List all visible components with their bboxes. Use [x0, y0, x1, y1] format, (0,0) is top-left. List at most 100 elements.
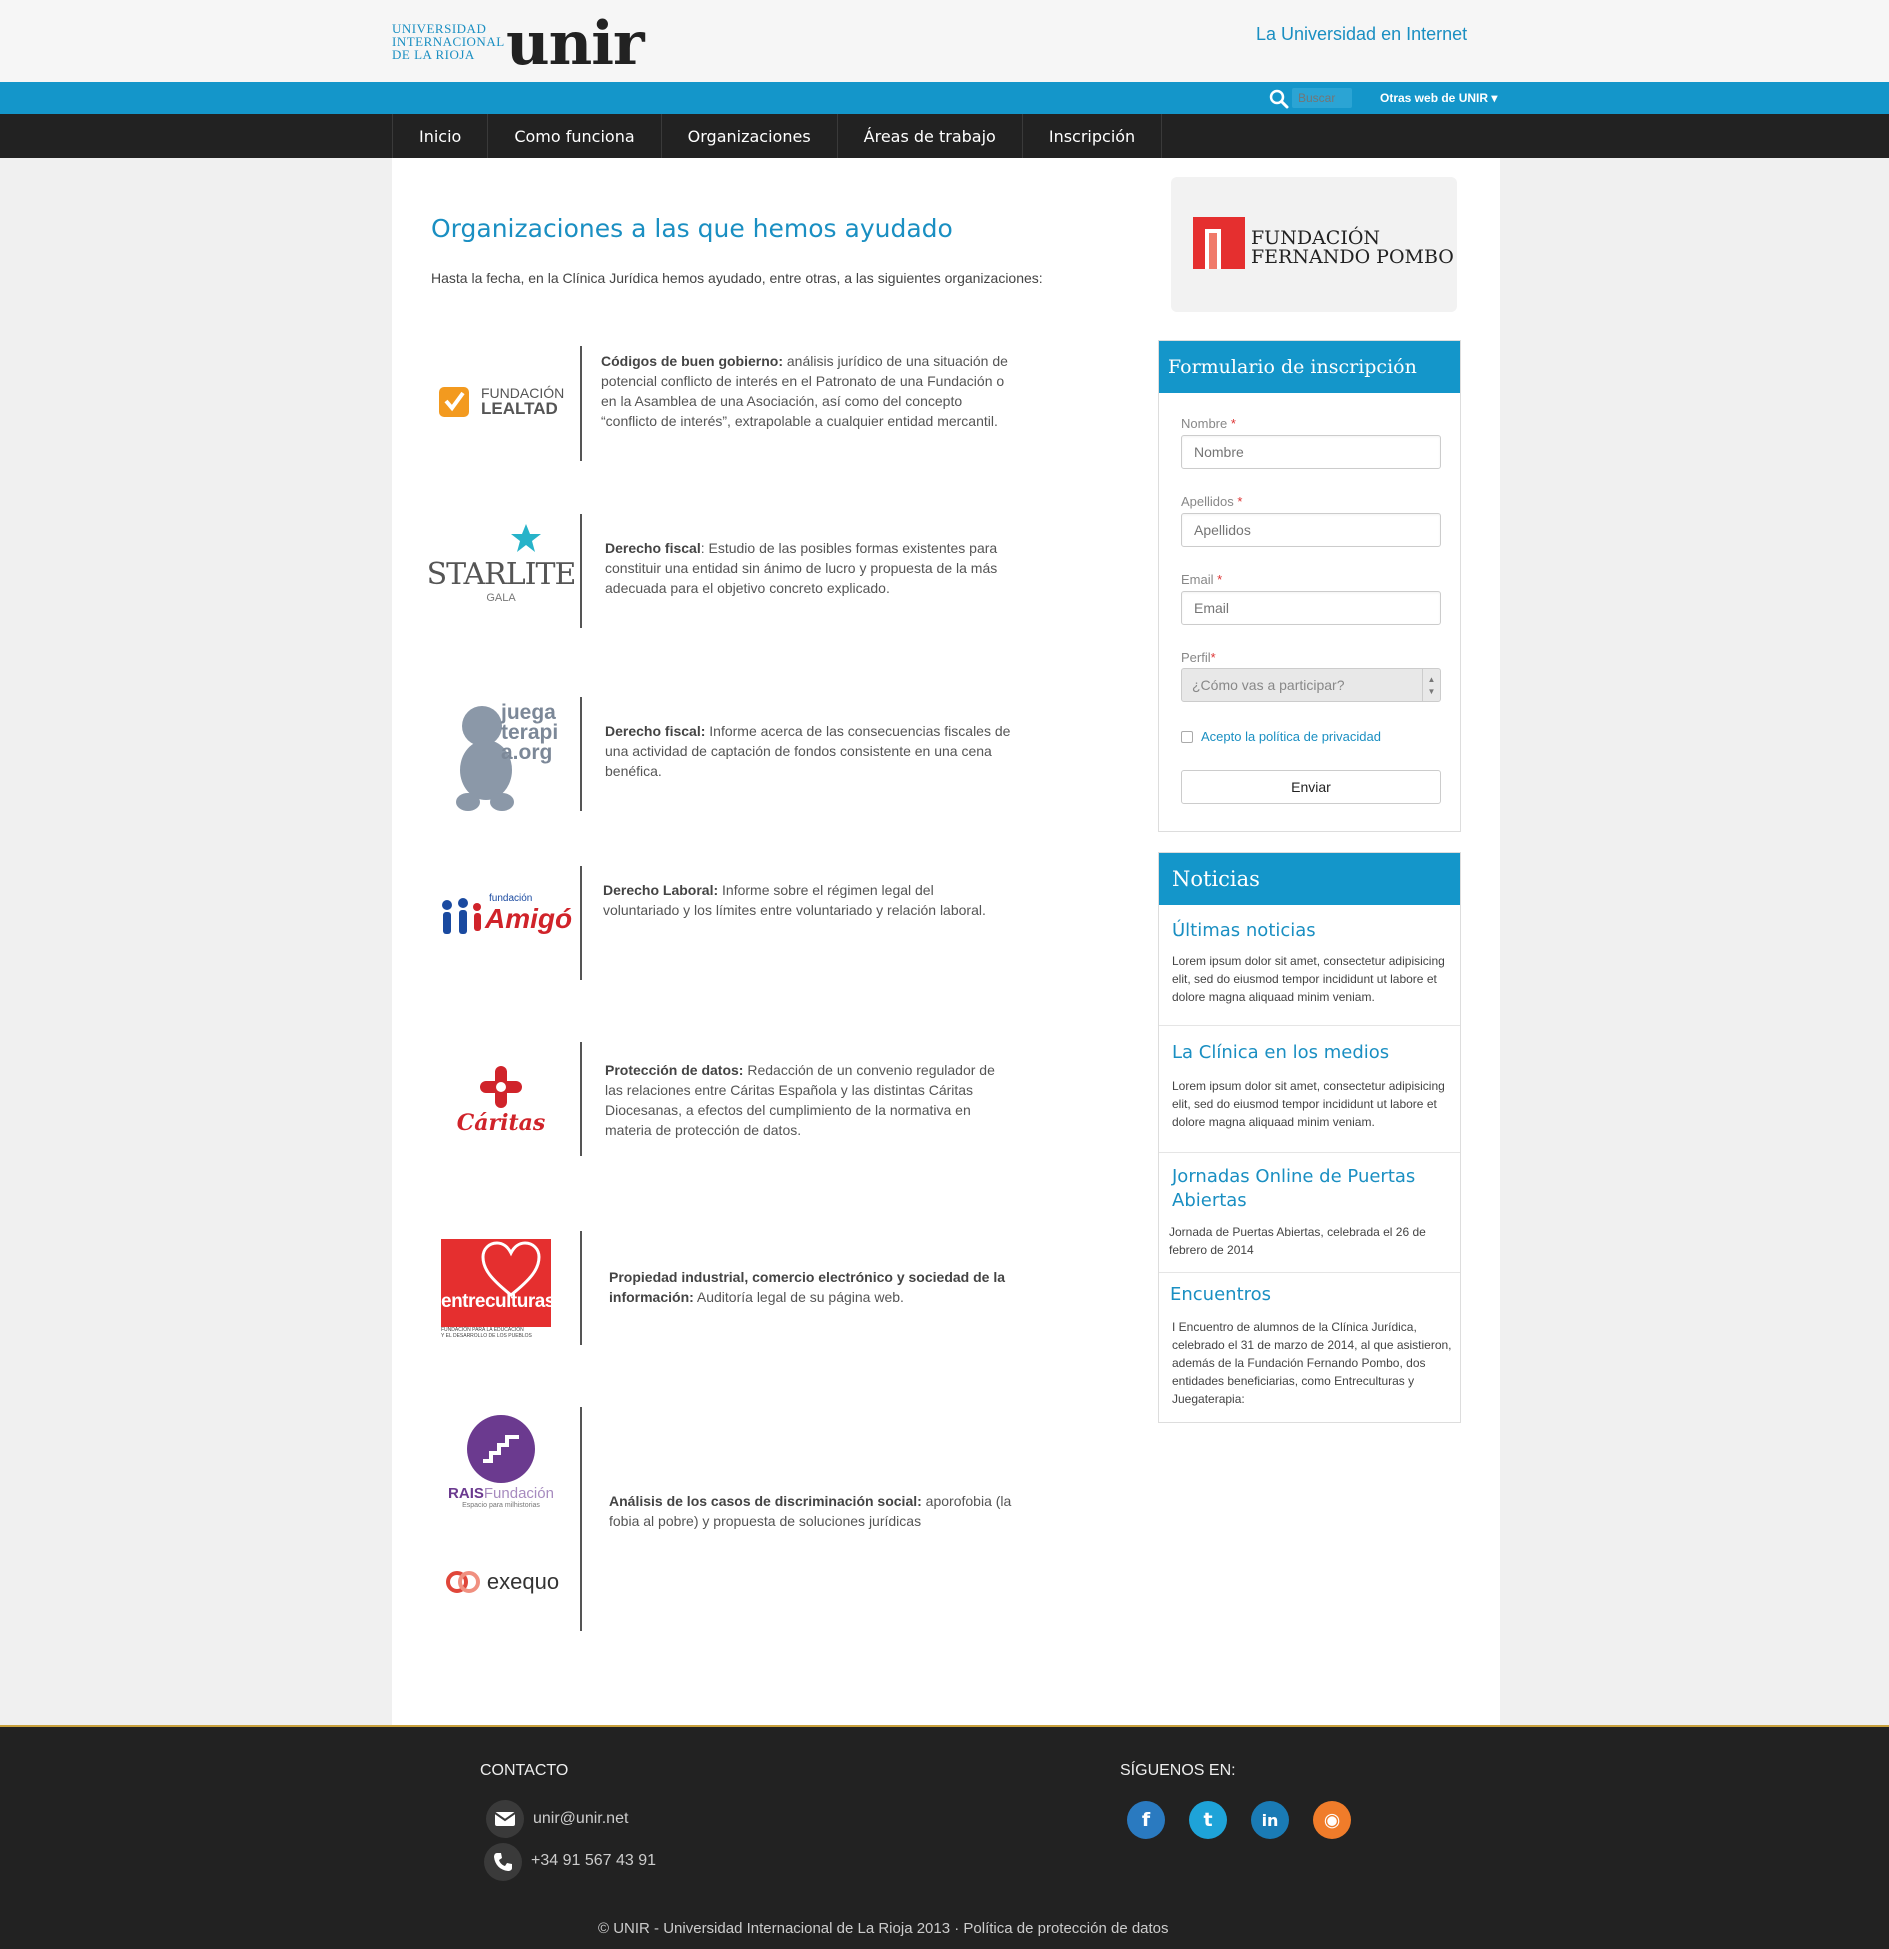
logo-subtext: Espacio para milhistorias	[462, 1502, 540, 1509]
news-item-text: Lorem ipsum dolor sit amet, consectetur …	[1172, 954, 1445, 1004]
logo-line: juega	[501, 701, 556, 724]
surname-field[interactable]	[1181, 513, 1441, 547]
name-field[interactable]	[1181, 435, 1441, 469]
logo-text: Amigó	[485, 903, 573, 934]
linkedin-icon[interactable]: in	[1251, 1801, 1289, 1839]
surname-label: Apellidos *	[1181, 494, 1242, 509]
page-title: Organizaciones a las que hemos ayudado	[431, 214, 953, 243]
logo-university-name[interactable]: UNIVERSIDAD INTERNACIONAL DE LA RIOJA	[392, 22, 504, 62]
signup-form: Formulario de inscripción Nombre * Apell…	[1158, 340, 1461, 832]
sponsor-fundacion-pombo[interactable]: FUNDACIÓN FERNANDO POMBO	[1171, 177, 1457, 312]
intro-text: Hasta la fecha, en la Clínica Jurídica h…	[431, 270, 1043, 286]
news-item-text: Jornada de Puertas Abiertas, celebrada e…	[1169, 1225, 1426, 1257]
org-description: Protección de datos: Redacción de un con…	[605, 1060, 1015, 1140]
form-title: Formulario de inscripción	[1159, 341, 1460, 393]
logo-text: STARLITE	[426, 556, 577, 592]
pombo-logo-icon	[1193, 217, 1245, 269]
org-logo-entreculturas: entreculturas FUNDACIÓN PARA LA EDUCACIÓ…	[431, 1239, 571, 1339]
org-title: Derecho Laboral:	[603, 882, 719, 898]
label-text: Perfil	[1181, 650, 1211, 665]
logo-subtext: Y EL DESARROLLO DE LOS PUEBLOS	[441, 1333, 532, 1339]
entreculturas-box: entreculturas	[441, 1239, 555, 1327]
org-title: Derecho fiscal	[605, 540, 701, 556]
search-icon[interactable]	[1268, 88, 1290, 110]
unir-logo[interactable]: unir	[506, 12, 645, 76]
org-title: Derecho fiscal:	[605, 723, 706, 739]
profile-label: Perfil*	[1181, 650, 1216, 665]
logo-text: entreculturas	[441, 1291, 555, 1312]
divider	[580, 1407, 582, 1631]
logo-line: a.org	[501, 741, 553, 764]
nav-areas-de-trabajo[interactable]: Áreas de trabajo	[838, 114, 1023, 158]
required-mark: *	[1210, 650, 1216, 665]
search-input[interactable]	[1292, 88, 1352, 108]
divider	[580, 1042, 582, 1156]
mail-icon	[486, 1800, 524, 1838]
nav-inscripcion[interactable]: Inscripción	[1023, 114, 1163, 158]
submit-button[interactable]: Enviar	[1181, 770, 1441, 804]
org-item: STARLITE GALA Derecho fiscal: Estudio de…	[427, 514, 1031, 628]
divider	[580, 697, 582, 811]
org-item: RAISFundación Espacio para milhistorias …	[431, 1407, 1031, 1631]
label-text: Apellidos	[1181, 494, 1234, 509]
required-mark: *	[1230, 416, 1236, 431]
privacy-link[interactable]: Acepto la política de privacidad	[1201, 729, 1381, 744]
contact-phone[interactable]: +34 91 567 43 91	[531, 1852, 656, 1870]
phone-icon	[484, 1843, 522, 1881]
utility-bar	[0, 82, 1889, 114]
nav-organizaciones[interactable]: Organizaciones	[662, 114, 838, 158]
logo-text: GALA	[486, 591, 516, 604]
other-webs-dropdown[interactable]: Otras web de UNIR ▾	[1380, 91, 1497, 105]
divider	[580, 346, 582, 461]
news-box: Noticias Últimas noticias Lorem ipsum do…	[1158, 852, 1461, 1423]
contact-email[interactable]: unir@unir.net	[533, 1810, 628, 1828]
profile-select[interactable]: ¿Cómo vas a participar? ▲ ▼	[1181, 668, 1441, 702]
select-arrows-icon: ▲ ▼	[1422, 669, 1440, 701]
news-item-title[interactable]: Encuentros	[1170, 1283, 1271, 1307]
contact-title: CONTACTO	[480, 1762, 569, 1779]
news-item-title[interactable]: Últimas noticias	[1172, 919, 1316, 943]
cross-icon	[480, 1065, 522, 1108]
exequo-rings-icon	[445, 1571, 480, 1593]
logo-text: RAIS	[448, 1485, 484, 1502]
org-description: Derecho fiscal: Informe acerca de las co…	[605, 721, 1015, 781]
org-logo-caritas: Cáritas	[431, 1062, 571, 1137]
tagline: La Universidad en Internet	[1256, 24, 1468, 44]
label-text: Email	[1181, 572, 1214, 587]
news-item-title[interactable]: La Clínica en los medios	[1172, 1041, 1389, 1065]
sponsor-line: FERNANDO POMBO	[1251, 246, 1454, 268]
org-description: Propiedad industrial, comercio electróni…	[609, 1267, 1019, 1307]
footer	[0, 1725, 1889, 1949]
required-mark: *	[1237, 494, 1243, 509]
news-item: Últimas noticias Lorem ipsum dolor sit a…	[1159, 905, 1460, 1026]
email-field[interactable]	[1181, 591, 1441, 625]
logo-line: DE LA RIOJA	[392, 47, 475, 62]
nav-inicio[interactable]: Inicio	[393, 114, 489, 158]
org-description: Derecho Laboral: Informe sobre el régime…	[603, 880, 1013, 920]
copyright[interactable]: © UNIR - Universidad Internacional de La…	[598, 1920, 1169, 1937]
org-logo-lealtad: FUNDACIÓN LEALTAD	[431, 366, 571, 436]
logo-text: exequo	[486, 1569, 560, 1594]
news-item-text: I Encuentro de alumnos de la Clínica Jur…	[1172, 1320, 1452, 1406]
org-item: entreculturas FUNDACIÓN PARA LA EDUCACIÓ…	[431, 1231, 1031, 1345]
facebook-icon[interactable]: f	[1127, 1801, 1165, 1839]
news-item: Jornadas Online de Puertas Abiertas Jorn…	[1159, 1153, 1460, 1273]
news-item: Encuentros I Encuentro de alumnos de la …	[1159, 1273, 1460, 1422]
news-item: La Clínica en los medios Lorem ipsum dol…	[1159, 1026, 1460, 1153]
twitter-icon[interactable]: t	[1189, 1801, 1227, 1839]
nav-como-funciona[interactable]: Como funciona	[488, 114, 662, 158]
rss-icon[interactable]: ◉	[1313, 1801, 1351, 1839]
label-text: Nombre	[1181, 416, 1228, 431]
news-title: Noticias	[1159, 853, 1460, 905]
logo-text: Cáritas	[456, 1109, 546, 1136]
select-value: ¿Cómo vas a participar?	[1192, 677, 1345, 693]
org-title: Protección de datos:	[605, 1062, 744, 1078]
org-item: fundación Amigó Derecho Laboral: Informe…	[431, 866, 1031, 980]
people-icon	[442, 898, 481, 934]
org-item: juega terapi a.org Derecho fiscal: Infor…	[431, 697, 1031, 811]
org-logo-amigo: fundación Amigó	[431, 891, 573, 951]
news-item-title[interactable]: Jornadas Online de Puertas Abiertas	[1172, 1165, 1442, 1213]
privacy-checkbox[interactable]	[1181, 731, 1193, 743]
required-mark: *	[1217, 572, 1223, 587]
org-item: Cáritas Protección de datos: Redacción d…	[431, 1042, 1031, 1156]
